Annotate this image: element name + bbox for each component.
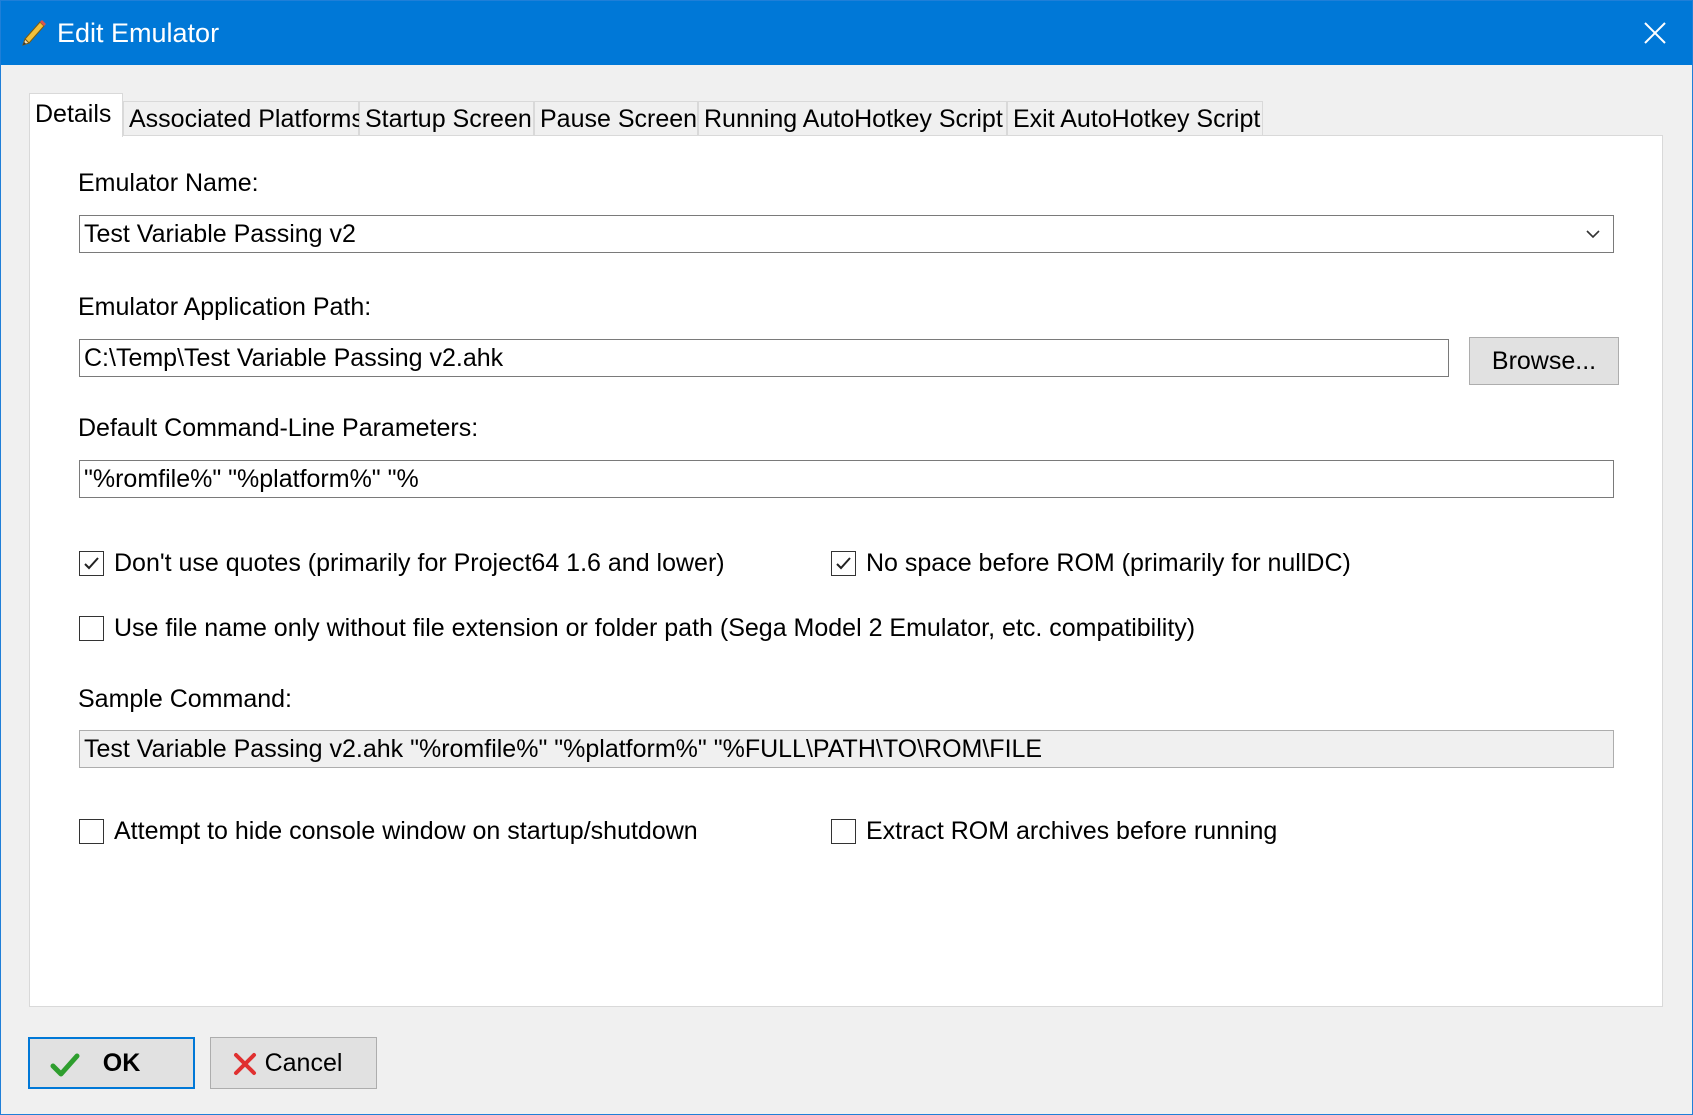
edit-emulator-window: Edit Emulator Details Associated Platfor… xyxy=(0,0,1693,1115)
ok-label: OK xyxy=(102,1048,141,1077)
tab-details[interactable]: Details xyxy=(29,93,123,137)
emulator-name-combobox[interactable]: Test Variable Passing v2 xyxy=(79,215,1614,253)
emulator-name-value: Test Variable Passing v2 xyxy=(84,220,356,248)
close-button[interactable] xyxy=(1618,1,1692,65)
checkbox-box[interactable] xyxy=(79,818,104,844)
tab-exit-autohotkey-script[interactable]: Exit AutoHotkey Script xyxy=(1007,101,1263,136)
cmd-params-value: "%romfile%" "%platform%" "% xyxy=(84,465,419,493)
cancel-label: Cancel xyxy=(264,1048,343,1077)
no-quotes-checkbox[interactable]: Don't use quotes (primarily for Project6… xyxy=(79,548,725,578)
pencil-icon xyxy=(19,17,49,47)
extract-rom-checkbox[interactable]: Extract ROM archives before running xyxy=(831,816,1277,846)
app-path-label: Emulator Application Path: xyxy=(78,293,372,321)
emulator-name-label: Emulator Name: xyxy=(78,169,259,197)
file-name-only-checkbox[interactable]: Use file name only without file extensio… xyxy=(79,613,1195,643)
checkbox-box[interactable] xyxy=(79,615,104,641)
sample-command-value: Test Variable Passing v2.ahk "%romfile%"… xyxy=(84,735,1043,763)
checkmark-icon xyxy=(836,556,851,569)
hide-console-label: Attempt to hide console window on startu… xyxy=(114,817,698,845)
file-name-only-label: Use file name only without file extensio… xyxy=(114,614,1196,642)
no-quotes-label: Don't use quotes (primarily for Project6… xyxy=(114,549,725,577)
cancel-button[interactable]: Cancel xyxy=(210,1037,377,1089)
window-title: Edit Emulator xyxy=(57,18,220,48)
cmd-params-label: Default Command-Line Parameters: xyxy=(78,414,479,442)
browse-button[interactable]: Browse... xyxy=(1469,337,1619,385)
no-space-label: No space before ROM (primarily for nullD… xyxy=(866,549,1351,577)
sample-command-label: Sample Command: xyxy=(78,685,292,713)
ok-button[interactable]: OK xyxy=(28,1037,195,1089)
tab-pause-screen[interactable]: Pause Screen xyxy=(534,101,698,136)
title-bar[interactable]: Edit Emulator xyxy=(1,1,1692,65)
hide-console-checkbox[interactable]: Attempt to hide console window on startu… xyxy=(79,816,698,846)
checkmark-icon xyxy=(84,556,99,569)
close-icon xyxy=(1644,22,1666,44)
extract-rom-label: Extract ROM archives before running xyxy=(866,817,1278,845)
no-space-checkbox[interactable]: No space before ROM (primarily for nullD… xyxy=(831,548,1351,578)
details-panel: Emulator Name: Test Variable Passing v2 … xyxy=(29,135,1663,1007)
cmd-params-input[interactable]: "%romfile%" "%platform%" "% xyxy=(79,460,1614,498)
checkbox-box[interactable] xyxy=(831,818,856,844)
tab-startup-screen[interactable]: Startup Screen xyxy=(359,101,534,136)
chevron-down-icon[interactable] xyxy=(1585,229,1601,239)
checkbox-box[interactable] xyxy=(79,550,104,576)
checkbox-box[interactable] xyxy=(831,550,856,576)
app-path-input[interactable]: C:\Temp\Test Variable Passing v2.ahk xyxy=(79,339,1449,377)
sample-command-field: Test Variable Passing v2.ahk "%romfile%"… xyxy=(79,730,1614,768)
app-path-value: C:\Temp\Test Variable Passing v2.ahk xyxy=(84,344,504,372)
tab-running-autohotkey-script[interactable]: Running AutoHotkey Script xyxy=(698,101,1007,136)
tab-associated-platforms[interactable]: Associated Platforms xyxy=(123,101,364,136)
